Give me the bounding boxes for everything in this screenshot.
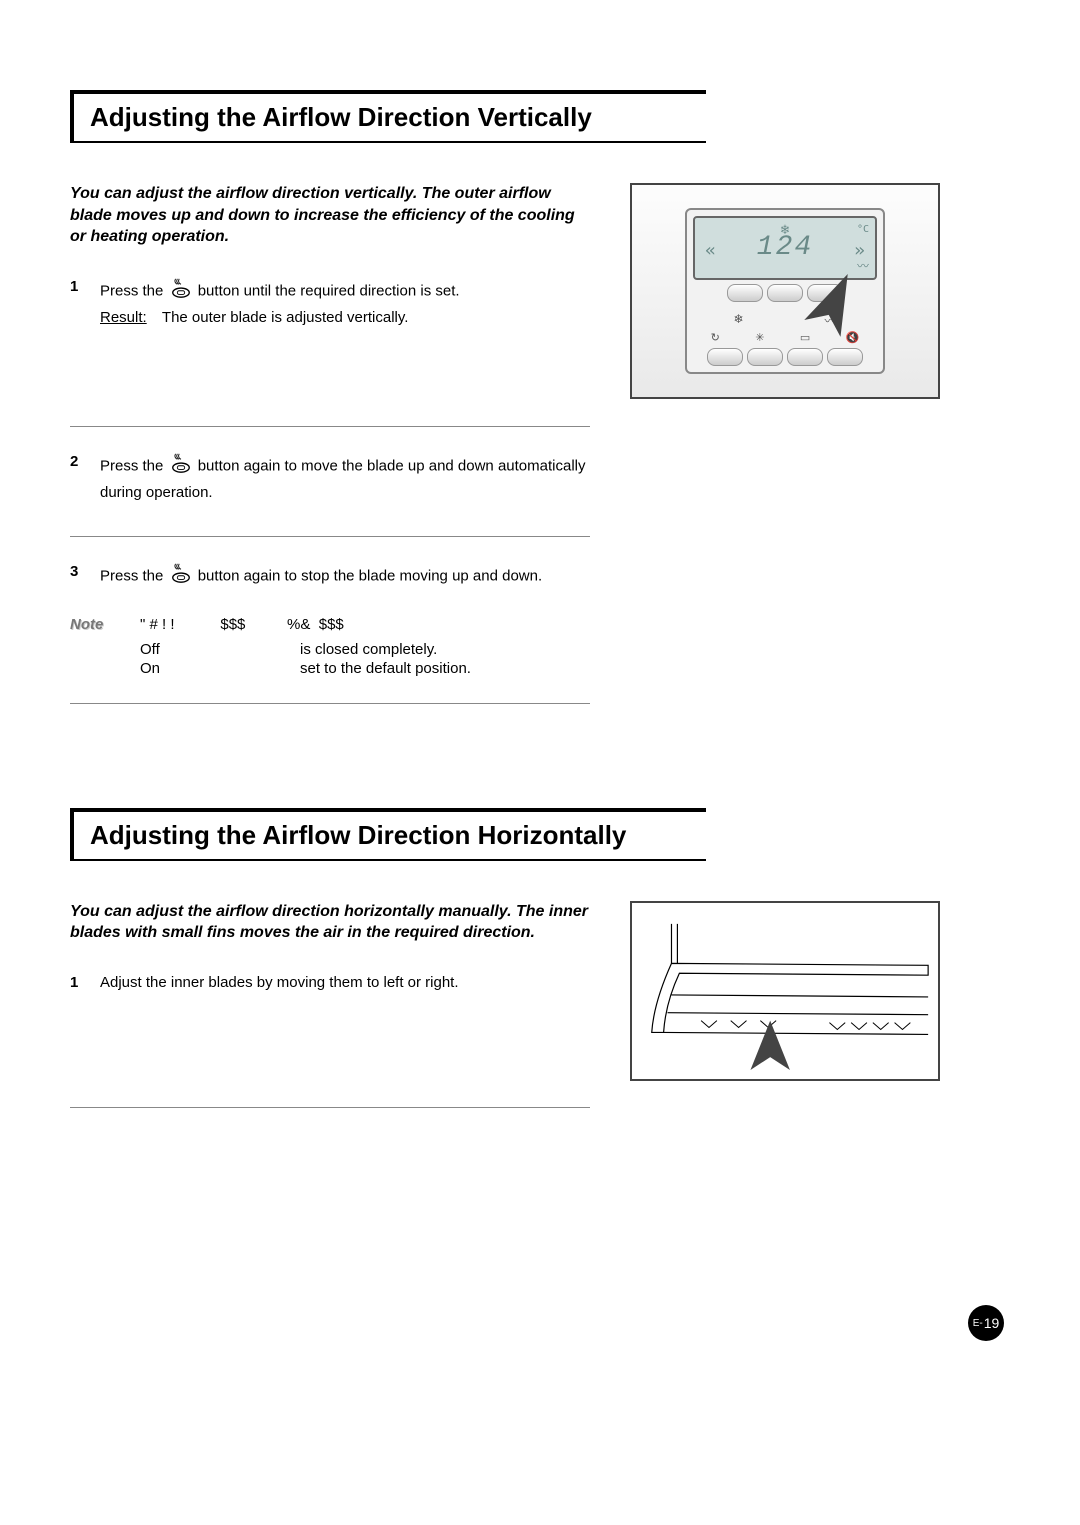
section-title-box-horizontal: Adjusting the Airflow Direction Horizont…: [70, 808, 706, 861]
air-swing-icon: [170, 451, 192, 482]
pointer-arrow-icon: [750, 1020, 789, 1069]
step-body: Adjust the inner blades by moving them t…: [100, 972, 590, 994]
step-body: Press the button until the required dire…: [100, 276, 590, 329]
snowflake-icon: ❄: [733, 312, 743, 329]
section1-content: You can adjust the airflow direction ver…: [70, 183, 1010, 718]
section2-content: You can adjust the airflow direction hor…: [70, 901, 1010, 1117]
chevron-left-icon: «: [705, 240, 716, 261]
air-swing-icon: [170, 561, 192, 592]
note-off-label: Off: [140, 641, 300, 658]
step-number: 2: [70, 451, 100, 504]
remote-button: [727, 284, 763, 302]
section-title: Adjusting the Airflow Direction Vertical…: [90, 102, 690, 133]
note-on-text: set to the default position.: [300, 660, 471, 677]
remote-illustration: ❄ « 124 » °C 〰 ❄ 〰: [630, 183, 940, 399]
step-number: 3: [70, 561, 100, 592]
section1-text: You can adjust the airflow direction ver…: [70, 183, 590, 718]
note-body: " # ! ! $$$ %& $$$ Off is closed complet…: [140, 616, 590, 679]
remote-button: [707, 348, 743, 366]
divider: [70, 426, 590, 427]
page-number-badge: E-19: [968, 1305, 1004, 1341]
step-3: 3 Press the button again to stop the bla…: [70, 551, 590, 610]
remote-lower-buttons: [693, 348, 877, 366]
step-1: 1 Press the button until the required di…: [70, 266, 590, 347]
step1-text-a: Press the: [100, 282, 163, 299]
step2-text-a: Press the: [100, 458, 163, 475]
remote-button: [747, 348, 783, 366]
remote-temp: 124: [757, 234, 813, 262]
divider: [70, 1107, 590, 1108]
mode-icon: ↻: [711, 331, 720, 344]
divider: [70, 703, 590, 704]
section2-intro: You can adjust the airflow direction hor…: [70, 901, 590, 944]
page-prefix: E-: [973, 1318, 983, 1329]
air-swing-icon: [170, 276, 192, 307]
note-table: Off is closed completely. On set to the …: [140, 641, 590, 677]
unit-svg: [632, 903, 938, 1079]
note-on-label: On: [140, 660, 300, 677]
step-body: Press the button again to move the blade…: [100, 451, 590, 504]
step1-text-b: button until the required direction is s…: [198, 282, 460, 299]
step-number: 1: [70, 972, 100, 994]
remote-unit: °C: [857, 224, 869, 235]
step-2: 2 Press the button again to move the bla…: [70, 441, 590, 522]
divider: [70, 536, 590, 537]
step3-text-b: button again to stop the blade moving up…: [198, 567, 542, 584]
note-off-text: is closed completely.: [300, 641, 437, 658]
result-text: The outer blade is adjusted vertically.: [162, 309, 409, 326]
note-block: Note " # ! ! $$$ %& $$$ Off is closed co…: [70, 610, 590, 679]
section-title-box-vertical: Adjusting the Airflow Direction Vertical…: [70, 90, 706, 143]
section1-intro: You can adjust the airflow direction ver…: [70, 183, 590, 248]
snowflake-icon: ❄: [781, 222, 789, 238]
remote-button: [767, 284, 803, 302]
result-label: Result:: [100, 307, 158, 329]
step-body: Press the button again to stop the blade…: [100, 561, 590, 592]
note-label: Note: [70, 616, 140, 679]
section-title: Adjusting the Airflow Direction Horizont…: [90, 820, 690, 851]
remote-illustration-panel: ❄ « 124 » °C 〰 ❄ 〰: [630, 183, 940, 399]
section2-text: You can adjust the airflow direction hor…: [70, 901, 590, 1117]
step-number: 1: [70, 276, 100, 329]
note-header-line: " # ! ! $$$ %& $$$: [140, 616, 590, 633]
step-1-horizontal: 1 Adjust the inner blades by moving them…: [70, 962, 590, 1012]
step3-text-a: Press the: [100, 567, 163, 584]
indoor-unit-illustration: [630, 901, 940, 1081]
unit-illustration-panel: [630, 901, 940, 1081]
manual-page: Adjusting the Airflow Direction Vertical…: [0, 0, 1080, 1525]
remote-button: [787, 348, 823, 366]
page-num: 19: [984, 1315, 1000, 1331]
fan-icon: ✳: [755, 331, 764, 344]
